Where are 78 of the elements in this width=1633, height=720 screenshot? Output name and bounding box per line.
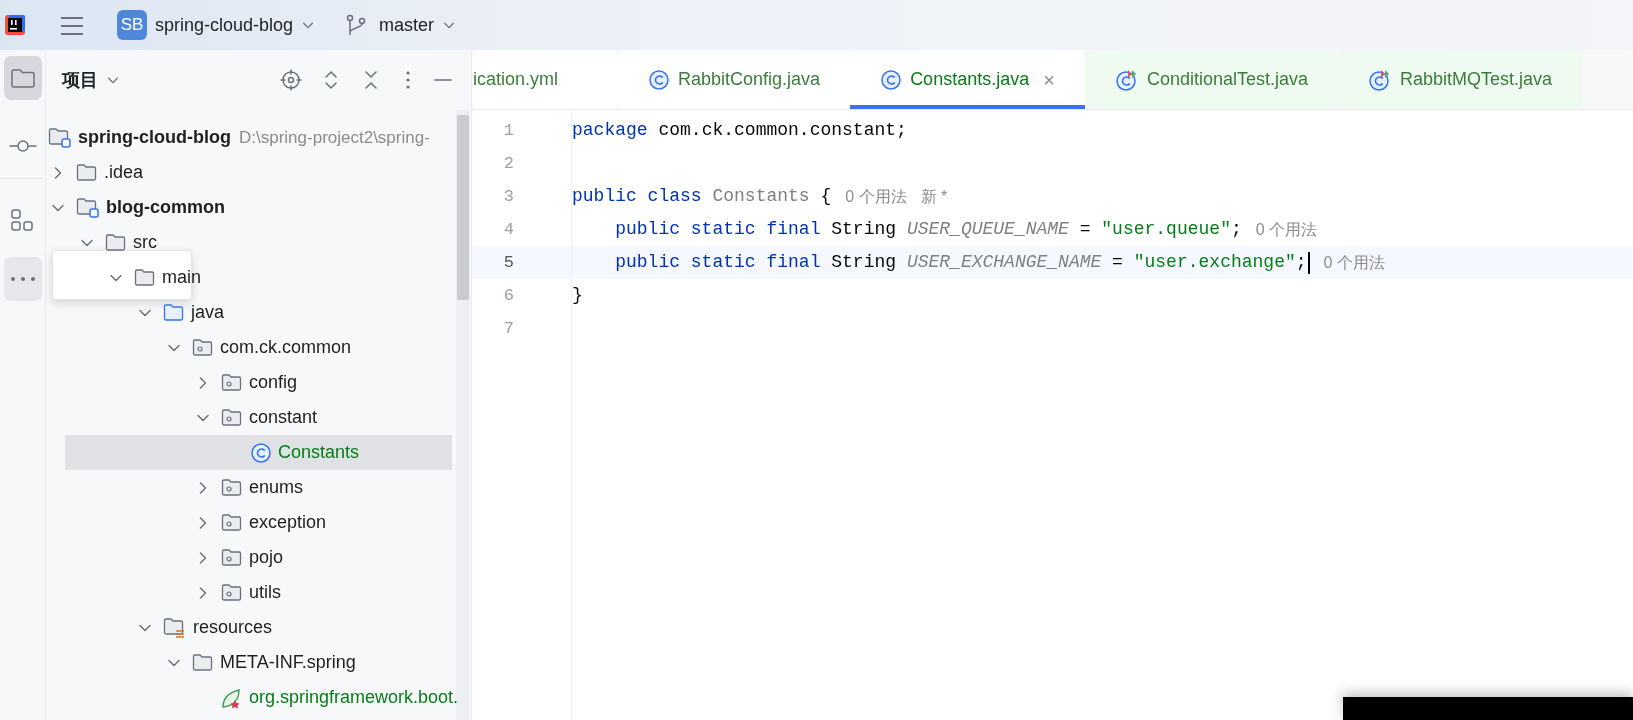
usage-hint: 0 个用法 xyxy=(1255,220,1318,240)
line-number: 6 xyxy=(502,285,515,307)
app-logo-icon xyxy=(3,13,27,37)
tree-item[interactable]: constant xyxy=(46,400,471,435)
more-icon xyxy=(406,71,410,89)
code-line: public static final String USER_EXCHANGE_NAME = "user.exchange"; xyxy=(614,251,1307,274)
code-line: public class Constants { xyxy=(572,185,832,208)
class-icon xyxy=(880,68,903,91)
line-number: 7 xyxy=(502,318,515,340)
code-line: } xyxy=(572,284,583,307)
tool-window-button[interactable] xyxy=(3,257,42,301)
scrollbar-thumb[interactable] xyxy=(457,115,469,300)
source-folder-icon xyxy=(163,302,185,323)
tree-item[interactable]: exception xyxy=(46,505,471,540)
usage-hint: 0 个用法 xyxy=(845,187,907,207)
line-number: 2 xyxy=(502,153,515,175)
editor-tab[interactable]: ication.yml xyxy=(472,50,619,109)
tree-item[interactable]: org.springframework.boot. xyxy=(46,680,471,715)
line-number: 5 xyxy=(472,246,571,279)
tree-item[interactable]: blog-common xyxy=(46,190,471,225)
code-line: package com.ck.common.constant; xyxy=(572,119,907,142)
tree-item-label: Constants xyxy=(278,441,360,464)
test-class-icon xyxy=(1368,67,1392,92)
editor-tab[interactable]: Constants.java × xyxy=(850,50,1085,109)
folder-icon xyxy=(76,162,98,183)
package-icon xyxy=(221,407,243,428)
tree-item[interactable]: java xyxy=(46,295,471,330)
folder-icon xyxy=(105,232,127,253)
editor-tab[interactable]: RabbitConfig.java xyxy=(618,50,851,109)
more-icon xyxy=(10,277,35,281)
panel-action-button[interactable] xyxy=(280,69,302,91)
folder-icon xyxy=(134,267,156,288)
tree-item[interactable]: .idea xyxy=(46,155,471,190)
package-icon xyxy=(221,582,243,603)
tool-window-button[interactable] xyxy=(3,56,42,100)
tree-item[interactable]: config xyxy=(46,365,471,400)
branch-name: master xyxy=(379,13,435,37)
minimize-icon xyxy=(434,79,452,81)
module-folder-icon xyxy=(76,196,100,219)
package-icon xyxy=(221,547,243,568)
panel-title-dropdown[interactable]: 项目 xyxy=(62,66,120,94)
tree-item[interactable]: utils xyxy=(46,575,471,610)
tree-item[interactable]: META-INF.spring xyxy=(46,645,471,680)
text-cursor xyxy=(1307,251,1310,274)
line-number: 4 xyxy=(502,219,515,241)
project-badge: SB xyxy=(117,10,147,40)
package-icon xyxy=(192,337,214,358)
tree-item[interactable]: main xyxy=(46,260,471,295)
class-icon xyxy=(648,68,671,91)
usage-hint: 0 个用法 xyxy=(1323,253,1385,273)
tree-item-label: org.springframework.boot. xyxy=(249,686,459,709)
tree-item[interactable]: pojo xyxy=(46,540,471,575)
resources-folder-icon xyxy=(163,616,187,639)
project-name: spring-cloud-blog xyxy=(155,13,294,37)
editor-tab[interactable]: ConditionalTest.java xyxy=(1084,50,1338,109)
panel-action-button[interactable] xyxy=(406,71,410,89)
code-line: public static final String USER_QUEUE_NAME = "user.queue"; xyxy=(614,218,1242,241)
tree-item[interactable]: src xyxy=(46,225,471,260)
project-selector[interactable]: SB spring-cloud-blog xyxy=(117,10,316,40)
tree-item[interactable]: enums xyxy=(46,470,471,505)
line-number: 3 xyxy=(502,186,515,208)
menu-icon xyxy=(60,14,84,37)
spring-leaf-icon xyxy=(221,686,243,709)
line-number: 1 xyxy=(502,120,515,142)
class-icon xyxy=(250,441,272,464)
locate-icon xyxy=(280,69,302,91)
tree-item[interactable]: spring-cloud-blog D:\spring-project2\spring- xyxy=(46,120,471,155)
folder-icon xyxy=(192,652,214,673)
package-icon xyxy=(221,512,243,533)
tree-item[interactable]: resources xyxy=(46,610,471,645)
test-class-icon xyxy=(1114,67,1139,92)
editor-tab[interactable]: RabbitMQTest.java xyxy=(1338,50,1583,109)
branch-selector[interactable]: master xyxy=(345,11,457,39)
tree-item[interactable]: com.ck.common xyxy=(46,330,471,365)
branch-icon xyxy=(345,14,368,36)
usage-hint: 新 * xyxy=(920,187,948,207)
package-icon xyxy=(221,372,243,393)
package-icon xyxy=(221,477,243,498)
